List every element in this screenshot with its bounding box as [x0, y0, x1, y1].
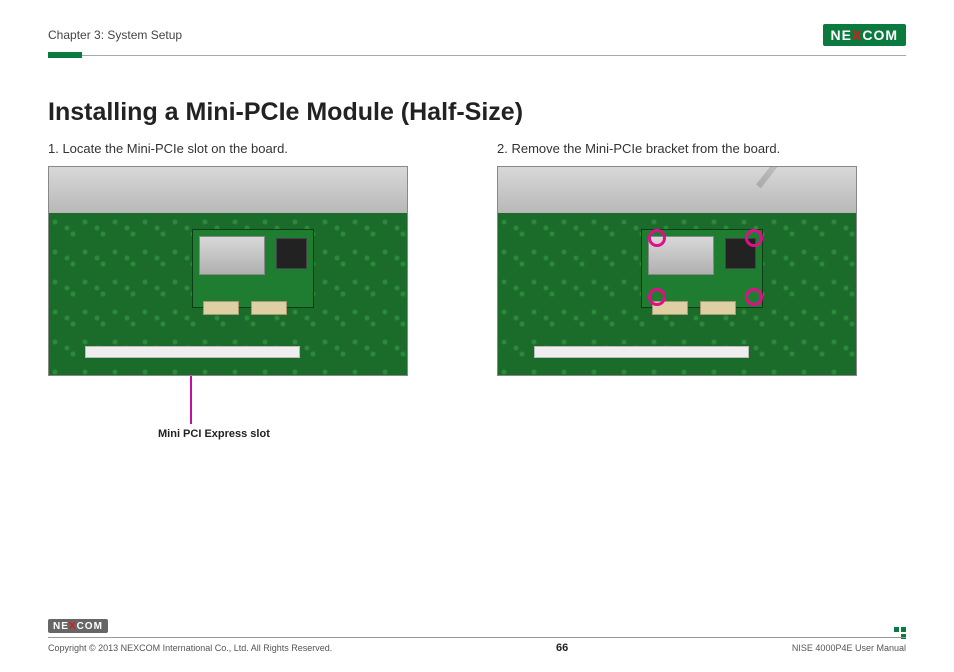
step-1-photo: [48, 166, 408, 376]
callout-leader: [190, 376, 192, 424]
footer-logo: NEXCOM: [48, 619, 108, 633]
page-number: 66: [556, 642, 568, 654]
screw-marker-icon: [745, 288, 763, 306]
callout-caption: Mini PCI Express slot: [158, 428, 270, 440]
step-2-photo: [497, 166, 857, 376]
copyright-text: Copyright © 2013 NEXCOM International Co…: [48, 643, 332, 653]
doc-name: NISE 4000P4E User Manual: [792, 643, 906, 653]
page-title: Installing a Mini-PCIe Module (Half-Size…: [48, 98, 906, 127]
chapter-label: Chapter 3: System Setup: [48, 28, 182, 42]
screw-marker-icon: [648, 288, 666, 306]
step-1-text: 1. Locate the Mini-PCIe slot on the boar…: [48, 141, 457, 156]
header-rule: [48, 52, 906, 58]
brand-logo: NEXCOM: [823, 24, 906, 46]
step-2-text: 2. Remove the Mini-PCIe bracket from the…: [497, 141, 906, 156]
